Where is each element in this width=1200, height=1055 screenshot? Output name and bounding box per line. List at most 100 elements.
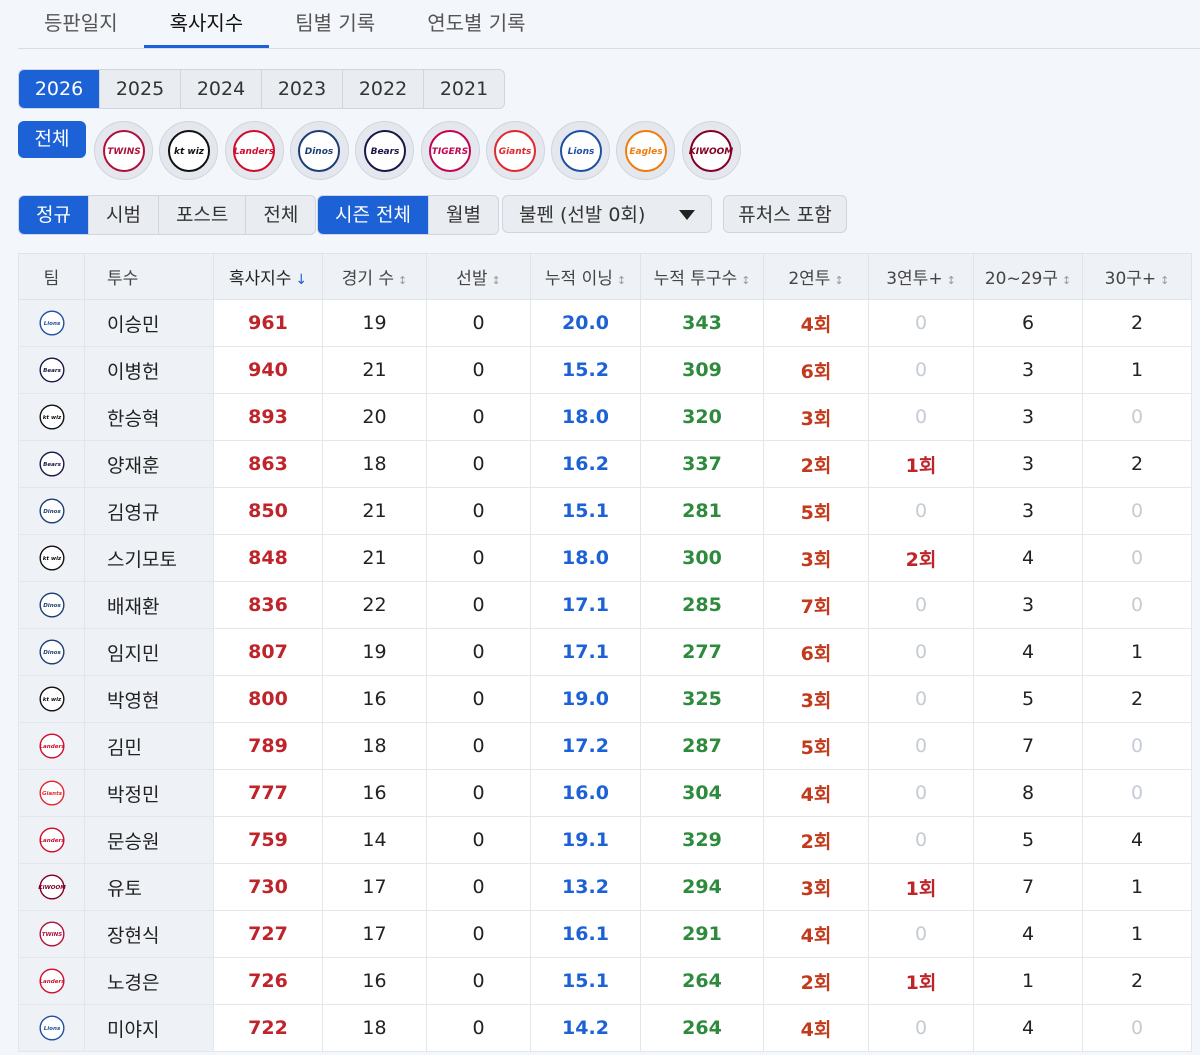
table-header-row: 팀 투수 혹사지수 ↓ 경기 수 ↕ 선발 ↕ 누적 이닝 ↕ 누적 투구수 ↕ 2연투 ↕… [18, 253, 1192, 300]
tab-team-records[interactable]: 팀별 기록 [269, 0, 401, 46]
col-team-label: 팀 [43, 269, 60, 289]
col-30-plus-pitches[interactable]: 30구+ ↕ [1082, 253, 1192, 300]
pitcher-name-cell[interactable]: 이병헌 [84, 346, 214, 394]
pitcher-name-cell[interactable]: 문승원 [84, 816, 214, 864]
tab-pitching-log[interactable]: 등판일지 [18, 0, 144, 46]
table-row[interactable]: Landers 노경은 726 16 0 15.1 264 2회 1회 1 2 [18, 957, 1192, 1005]
game-type-selector: 정규 시범 포스트 전체 [18, 195, 317, 235]
pitcher-name-cell[interactable]: 배재환 [84, 581, 214, 629]
pitches-30-plus-cell: 0 [1082, 581, 1192, 629]
year-button-2023[interactable]: 2023 [262, 70, 343, 108]
table-row[interactable]: kt wiz 스기모토 848 21 0 18.0 300 3회 2회 4 0 [18, 534, 1192, 582]
table-row[interactable]: Bears 이병헌 940 21 0 15.2 309 6회 0 3 1 [18, 346, 1192, 394]
tab-yearly-records[interactable]: 연도별 기록 [401, 0, 551, 46]
pitches-cell: 325 [640, 675, 764, 723]
team-filter-bears-logo-icon[interactable]: Bears [355, 121, 415, 180]
three-straight-cell: 1회 [868, 440, 974, 488]
pitcher-name-cell[interactable]: 한승혁 [84, 393, 214, 441]
pitches-cell: 277 [640, 628, 764, 676]
year-button-2024[interactable]: 2024 [181, 70, 262, 108]
innings-cell: 13.2 [530, 863, 641, 911]
pitcher-name-cell[interactable]: 김민 [84, 722, 214, 770]
team-filter-lions-logo-icon[interactable]: Lions [551, 121, 611, 180]
back-to-back-cell: 2회 [763, 440, 869, 488]
team-filter-giants-logo-icon[interactable]: Giants [485, 121, 545, 180]
table-row[interactable]: TWINS 장현식 727 17 0 16.1 291 4회 0 4 1 [18, 910, 1192, 958]
table-row[interactable]: Giants 박정민 777 16 0 16.0 304 4회 0 8 0 [18, 769, 1192, 817]
pitcher-name-cell[interactable]: 김영규 [84, 487, 214, 535]
innings-cell: 14.2 [530, 1004, 641, 1052]
pitcher-name-cell[interactable]: 장현식 [84, 910, 214, 958]
period-season[interactable]: 시즌 전체 [318, 196, 429, 234]
team-logo-text: Landers [39, 744, 65, 750]
landers-logo-icon: Landers [38, 733, 65, 759]
pitcher-name-cell[interactable]: 노경은 [84, 957, 214, 1005]
innings-cell: 16.1 [530, 910, 641, 958]
team-filter-eagles-logo-icon[interactable]: Eagles [616, 121, 676, 180]
pitcher-name-cell[interactable]: 이승민 [84, 299, 214, 347]
game-type-all[interactable]: 전체 [246, 196, 315, 234]
game-type-exhibition[interactable]: 시범 [89, 196, 159, 234]
table-row[interactable]: Bears 양재훈 863 18 0 16.2 337 2회 1회 3 2 [18, 440, 1192, 488]
back-to-back-cell: 4회 [763, 769, 869, 817]
year-button-2021[interactable]: 2021 [424, 70, 504, 108]
pitcher-name-cell[interactable]: 스기모토 [84, 534, 214, 582]
team-filter-dinos-logo-icon[interactable]: Dinos [289, 121, 349, 180]
col-three-straight-label: 3연투+ [886, 269, 943, 289]
table-row[interactable]: Landers 문승원 759 14 0 19.1 329 2회 0 5 4 [18, 816, 1192, 864]
team-cell: KIWOOM [18, 863, 85, 911]
col-pitches[interactable]: 누적 투구수 ↕ [640, 253, 764, 300]
col-overuse-index[interactable]: 혹사지수 ↓ [213, 253, 323, 300]
team-filter-ktwiz-logo-icon[interactable]: kt wiz [159, 121, 219, 180]
pitches-cell: 304 [640, 769, 764, 817]
table-row[interactable]: Dinos 배재환 836 22 0 17.1 285 7회 0 3 0 [18, 581, 1192, 629]
col-innings[interactable]: 누적 이닝 ↕ [530, 253, 641, 300]
innings-cell: 18.0 [530, 534, 641, 582]
overuse-index-cell: 940 [213, 346, 323, 394]
col-20-29-pitches[interactable]: 20~29구 ↕ [973, 253, 1083, 300]
table-row[interactable]: Lions 미야지 722 18 0 14.2 264 4회 0 4 0 [18, 1004, 1192, 1052]
table-row[interactable]: kt wiz 한승혁 893 20 0 18.0 320 3회 0 3 0 [18, 393, 1192, 441]
team-filter-kiwoom-logo-icon[interactable]: KIWOOM [681, 121, 741, 180]
year-button-2022[interactable]: 2022 [343, 70, 424, 108]
team-logo-text: kt wiz [42, 415, 61, 421]
game-type-regular[interactable]: 정규 [19, 196, 89, 234]
pitcher-name-cell[interactable]: 유토 [84, 863, 214, 911]
team-cell: Bears [18, 440, 85, 488]
team-filter-twins-logo-icon[interactable]: TWINS [94, 121, 153, 180]
col-games[interactable]: 경기 수 ↕ [322, 253, 427, 300]
table-row[interactable]: Landers 김민 789 18 0 17.2 287 5회 0 7 0 [18, 722, 1192, 770]
col-pitches-label: 누적 투구수 [653, 269, 738, 289]
futures-toggle-button[interactable]: 퓨처스 포함 [723, 195, 847, 233]
col-three-straight[interactable]: 3연투+ ↕ [868, 253, 974, 300]
pitcher-name-cell[interactable]: 임지민 [84, 628, 214, 676]
pitcher-name-cell[interactable]: 박정민 [84, 769, 214, 817]
tab-overuse-index[interactable]: 혹사지수 [143, 0, 270, 48]
team-filter-landers-logo-icon[interactable]: Landers [224, 121, 284, 180]
three-straight-cell: 0 [868, 581, 974, 629]
table-row[interactable]: Dinos 임지민 807 19 0 17.1 277 6회 0 4 1 [18, 628, 1192, 676]
table-row[interactable]: kt wiz 박영현 800 16 0 19.0 325 3회 0 5 2 [18, 675, 1192, 723]
team-filter-tigers-logo-icon[interactable]: TIGERS [420, 121, 480, 180]
overuse-index-cell: 893 [213, 393, 323, 441]
pitches-30-plus-cell: 0 [1082, 722, 1192, 770]
period-monthly[interactable]: 월별 [429, 196, 498, 234]
table-row[interactable]: KIWOOM 유토 730 17 0 13.2 294 3회 1회 7 1 [18, 863, 1192, 911]
pitches-cell: 264 [640, 957, 764, 1005]
role-dropdown[interactable]: 불펜 (선발 0회) [502, 195, 712, 233]
col-games-label: 경기 수 [341, 269, 395, 289]
team-filter-all[interactable]: 전체 [18, 121, 86, 158]
pitcher-name-cell[interactable]: 미야지 [84, 1004, 214, 1052]
col-starts[interactable]: 선발 ↕ [426, 253, 531, 300]
pitches-20-29-cell: 4 [973, 534, 1083, 582]
year-button-2025[interactable]: 2025 [100, 70, 181, 108]
table-row[interactable]: Dinos 김영규 850 21 0 15.1 281 5회 0 3 0 [18, 487, 1192, 535]
starts-cell: 0 [426, 393, 531, 441]
pitcher-name-cell[interactable]: 양재훈 [84, 440, 214, 488]
year-button-2026[interactable]: 2026 [19, 70, 100, 108]
overuse-index-cell: 722 [213, 1004, 323, 1052]
pitcher-name-cell[interactable]: 박영현 [84, 675, 214, 723]
table-row[interactable]: Lions 이승민 961 19 0 20.0 343 4회 0 6 2 [18, 299, 1192, 347]
col-back-to-back[interactable]: 2연투 ↕ [763, 253, 869, 300]
game-type-postseason[interactable]: 포스트 [159, 196, 247, 234]
